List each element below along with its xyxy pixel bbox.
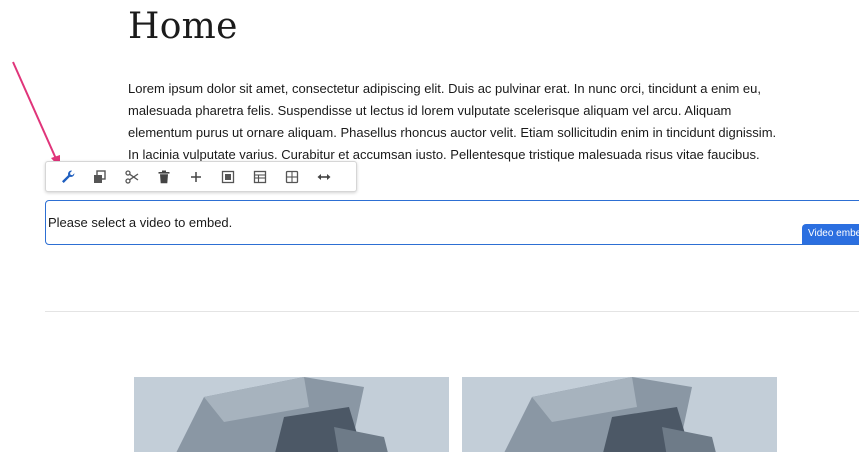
paste-icon (221, 170, 235, 183)
page-title: Home (128, 6, 238, 47)
component-label-badge[interactable]: Video embed (802, 224, 859, 244)
building-image (462, 377, 777, 452)
copy-icon (94, 169, 106, 183)
image-building-2[interactable] (462, 377, 777, 452)
scissors-icon (125, 169, 139, 184)
resize-button[interactable] (308, 162, 340, 191)
resize-arrows-icon (317, 173, 331, 180)
grid-icon (253, 170, 267, 183)
annotation-arrow (12, 61, 60, 168)
building-image (134, 377, 449, 452)
group-icon (285, 170, 299, 183)
insert-button[interactable] (180, 162, 212, 191)
video-embed-component[interactable]: Please select a video to embed. (45, 200, 859, 245)
component-toolbar (45, 161, 357, 192)
image-building-1[interactable] (134, 377, 449, 452)
wrench-icon (62, 170, 75, 183)
group-button[interactable] (276, 162, 308, 191)
cut-button[interactable] (116, 162, 148, 191)
delete-button[interactable] (148, 162, 180, 191)
plus-icon (191, 171, 201, 182)
video-embed-placeholder: Please select a video to embed. (48, 215, 233, 230)
trash-icon (158, 170, 170, 183)
configure-button[interactable] (52, 162, 84, 191)
body-paragraph: Lorem ipsum dolor sit amet, consectetur … (128, 81, 777, 162)
copy-button[interactable] (84, 162, 116, 191)
layout-button[interactable] (244, 162, 276, 191)
section-divider (45, 311, 859, 312)
paste-button[interactable] (212, 162, 244, 191)
